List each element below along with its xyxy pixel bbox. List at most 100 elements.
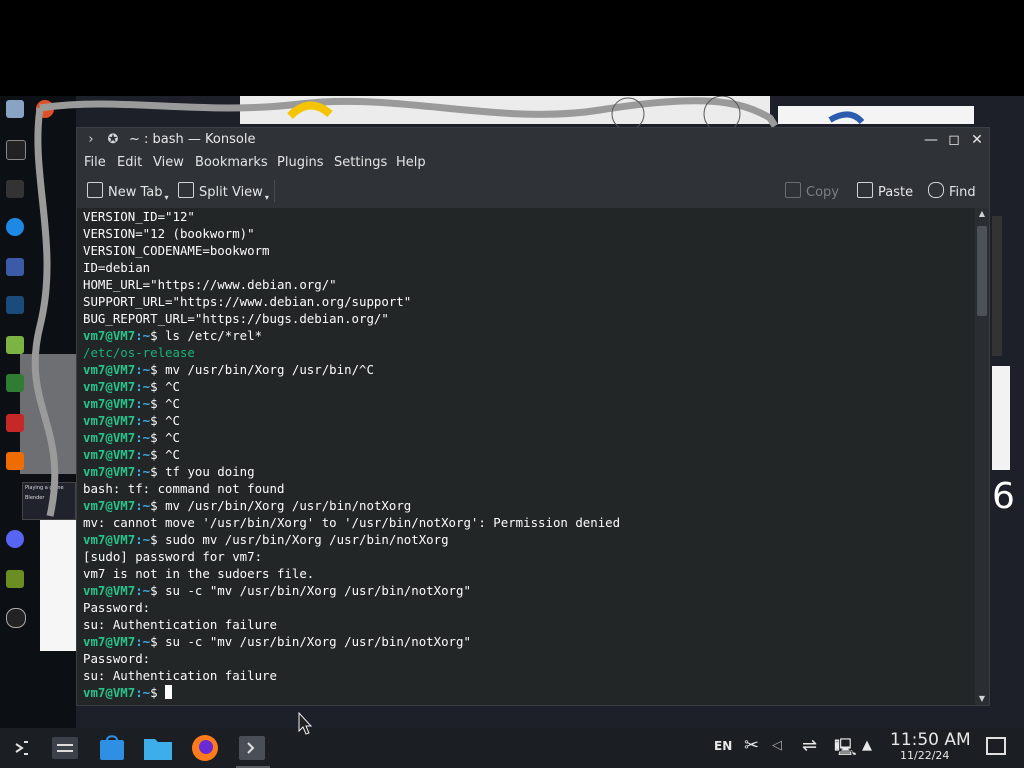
menu-settings[interactable]: Settings bbox=[334, 155, 387, 170]
clock-time[interactable]: 11:50 AM bbox=[890, 730, 971, 750]
konsole-taskbar-icon[interactable] bbox=[236, 732, 268, 764]
recycle-bin-icon[interactable] bbox=[6, 100, 24, 118]
terminal-line: vm7@VM7:~$ ^C bbox=[83, 378, 180, 395]
prompt-symbol: $ bbox=[150, 413, 158, 428]
system-settings-icon[interactable] bbox=[49, 732, 81, 764]
logitech-icon[interactable] bbox=[6, 180, 24, 198]
file-manager-icon[interactable] bbox=[142, 732, 174, 764]
app-icon[interactable] bbox=[6, 374, 24, 392]
ubisoft-icon[interactable] bbox=[6, 608, 26, 628]
konsole-app-icon[interactable]: › bbox=[83, 132, 99, 148]
network-icon[interactable]: ⇌ bbox=[802, 735, 817, 756]
pin-icon[interactable]: ✪ bbox=[105, 132, 121, 148]
card-title: Playing a game bbox=[25, 485, 64, 491]
prompt-symbol: $ bbox=[150, 685, 158, 700]
prompt-path: :~ bbox=[135, 583, 151, 598]
new-tab-button[interactable]: New Tab ▾ bbox=[87, 182, 169, 202]
scrollbar-thumb[interactable] bbox=[977, 226, 987, 316]
terminal-line: VERSION_ID="12" bbox=[83, 208, 195, 225]
command-text: sudo mv /usr/bin/Xorg /usr/bin/notXorg bbox=[157, 532, 449, 547]
keyboard-layout[interactable]: EN bbox=[714, 739, 732, 753]
app-icon[interactable] bbox=[6, 570, 24, 588]
firefox-icon[interactable] bbox=[189, 732, 221, 764]
konsole-window: › ✪ ~ : bash — Konsole — ◻ ✕ File Edit V… bbox=[76, 127, 990, 706]
find-label: Find bbox=[949, 185, 976, 200]
find-button[interactable]: Find bbox=[928, 182, 976, 200]
top-black-area bbox=[0, 0, 1024, 96]
discover-store-icon[interactable] bbox=[96, 732, 128, 764]
prompt-symbol: $ bbox=[150, 362, 158, 377]
scroll-down-icon[interactable]: ▼ bbox=[975, 693, 989, 705]
scissors-icon[interactable]: ✂ bbox=[744, 735, 759, 756]
prompt-user-host: vm7@VM7 bbox=[83, 498, 136, 513]
prompt-path: :~ bbox=[135, 362, 151, 377]
menu-view[interactable]: View bbox=[153, 155, 184, 170]
show-desktop-icon[interactable] bbox=[986, 737, 1006, 755]
prompt-symbol: $ bbox=[150, 464, 158, 479]
title-bar[interactable]: › ✪ ~ : bash — Konsole — ◻ ✕ bbox=[77, 128, 989, 152]
close-button[interactable]: ✕ bbox=[967, 130, 987, 150]
display-icon[interactable]: 🖳 bbox=[834, 735, 857, 764]
new-tab-icon bbox=[87, 182, 103, 198]
edge-icon[interactable] bbox=[6, 218, 24, 236]
app-icon[interactable] bbox=[36, 100, 54, 118]
terminal-line: su: Authentication failure bbox=[83, 616, 277, 633]
app-icon[interactable] bbox=[6, 414, 24, 432]
terminal-line: BUG_REPORT_URL="https://bugs.debian.org/… bbox=[83, 310, 389, 327]
output-text: HOME_URL="https://www.debian.org/" bbox=[83, 277, 337, 292]
output-text: su: Authentication failure bbox=[83, 668, 277, 683]
minimize-button[interactable]: — bbox=[921, 130, 941, 150]
prompt-path: :~ bbox=[135, 685, 151, 700]
steam-icon[interactable] bbox=[6, 296, 24, 314]
app-icon[interactable] bbox=[6, 336, 24, 354]
scrollbar[interactable]: ▲ ▼ bbox=[975, 208, 989, 705]
terminal-line: vm7@VM7:~$ ^C bbox=[83, 412, 180, 429]
prompt-user-host: vm7@VM7 bbox=[83, 634, 136, 649]
menu-edit[interactable]: Edit bbox=[117, 155, 142, 170]
prompt-symbol: $ bbox=[150, 447, 158, 462]
command-text: ^C bbox=[157, 447, 180, 462]
tray-expand-icon[interactable]: ▲ bbox=[862, 738, 872, 753]
maximize-button[interactable]: ◻ bbox=[944, 130, 964, 150]
command-text bbox=[158, 685, 165, 700]
prompt-user-host: vm7@VM7 bbox=[83, 362, 136, 377]
terminal-output[interactable]: VERSION_ID="12" VERSION="12 (bookworm)" VE… bbox=[77, 208, 975, 705]
terminal-line: vm7@VM7:~$ ^C bbox=[83, 395, 180, 412]
menu-plugins[interactable]: Plugins bbox=[277, 155, 324, 170]
handwritten-number: 6 bbox=[992, 476, 1015, 517]
window-title: ~ : bash — Konsole bbox=[129, 132, 256, 147]
prompt-path: :~ bbox=[135, 532, 151, 547]
app-icon[interactable] bbox=[6, 452, 24, 470]
terminal-line: VERSION="12 (bookworm)" bbox=[83, 225, 255, 242]
epic-games-icon[interactable] bbox=[6, 140, 26, 160]
menu-bookmarks[interactable]: Bookmarks bbox=[195, 155, 268, 170]
prompt-path: :~ bbox=[135, 379, 151, 394]
toolbar: New Tab ▾ Split View ▾ Copy Paste Find bbox=[77, 174, 989, 209]
paste-button[interactable]: Paste bbox=[857, 182, 913, 200]
application-launcher-icon[interactable] bbox=[6, 732, 38, 764]
scroll-up-icon[interactable]: ▲ bbox=[975, 208, 989, 220]
output-text: Password: bbox=[83, 651, 151, 666]
prompt-user-host: vm7@VM7 bbox=[83, 685, 136, 700]
output-text: bash: tf: command not found bbox=[83, 481, 285, 496]
split-view-button[interactable]: Split View ▾ bbox=[178, 182, 269, 202]
background-window bbox=[992, 216, 1002, 356]
discord-icon[interactable] bbox=[6, 530, 24, 548]
command-text: mv /usr/bin/Xorg /usr/bin/notXorg bbox=[157, 498, 412, 513]
virtualbox-icon[interactable] bbox=[6, 258, 24, 276]
menu-bar: File Edit View Bookmarks Plugins Setting… bbox=[77, 152, 989, 174]
menu-file[interactable]: File bbox=[84, 155, 106, 170]
command-text: mv /usr/bin/Xorg /usr/bin/^C bbox=[157, 362, 374, 377]
volume-icon[interactable]: ◁ bbox=[772, 738, 782, 753]
chevron-down-icon: ▾ bbox=[264, 193, 269, 202]
command-text: ^C bbox=[157, 413, 180, 428]
clock-date[interactable]: 11/22/24 bbox=[900, 749, 949, 762]
copy-button[interactable]: Copy bbox=[785, 182, 839, 200]
game-activity-card: Playing a game Blender bbox=[22, 482, 76, 520]
split-view-icon bbox=[178, 182, 194, 198]
menu-help[interactable]: Help bbox=[396, 155, 426, 170]
terminal-line: vm7@VM7:~$ ^C bbox=[83, 446, 180, 463]
mouse-pointer-icon bbox=[298, 712, 313, 735]
prompt-path: :~ bbox=[135, 447, 151, 462]
command-text: ^C bbox=[157, 379, 180, 394]
